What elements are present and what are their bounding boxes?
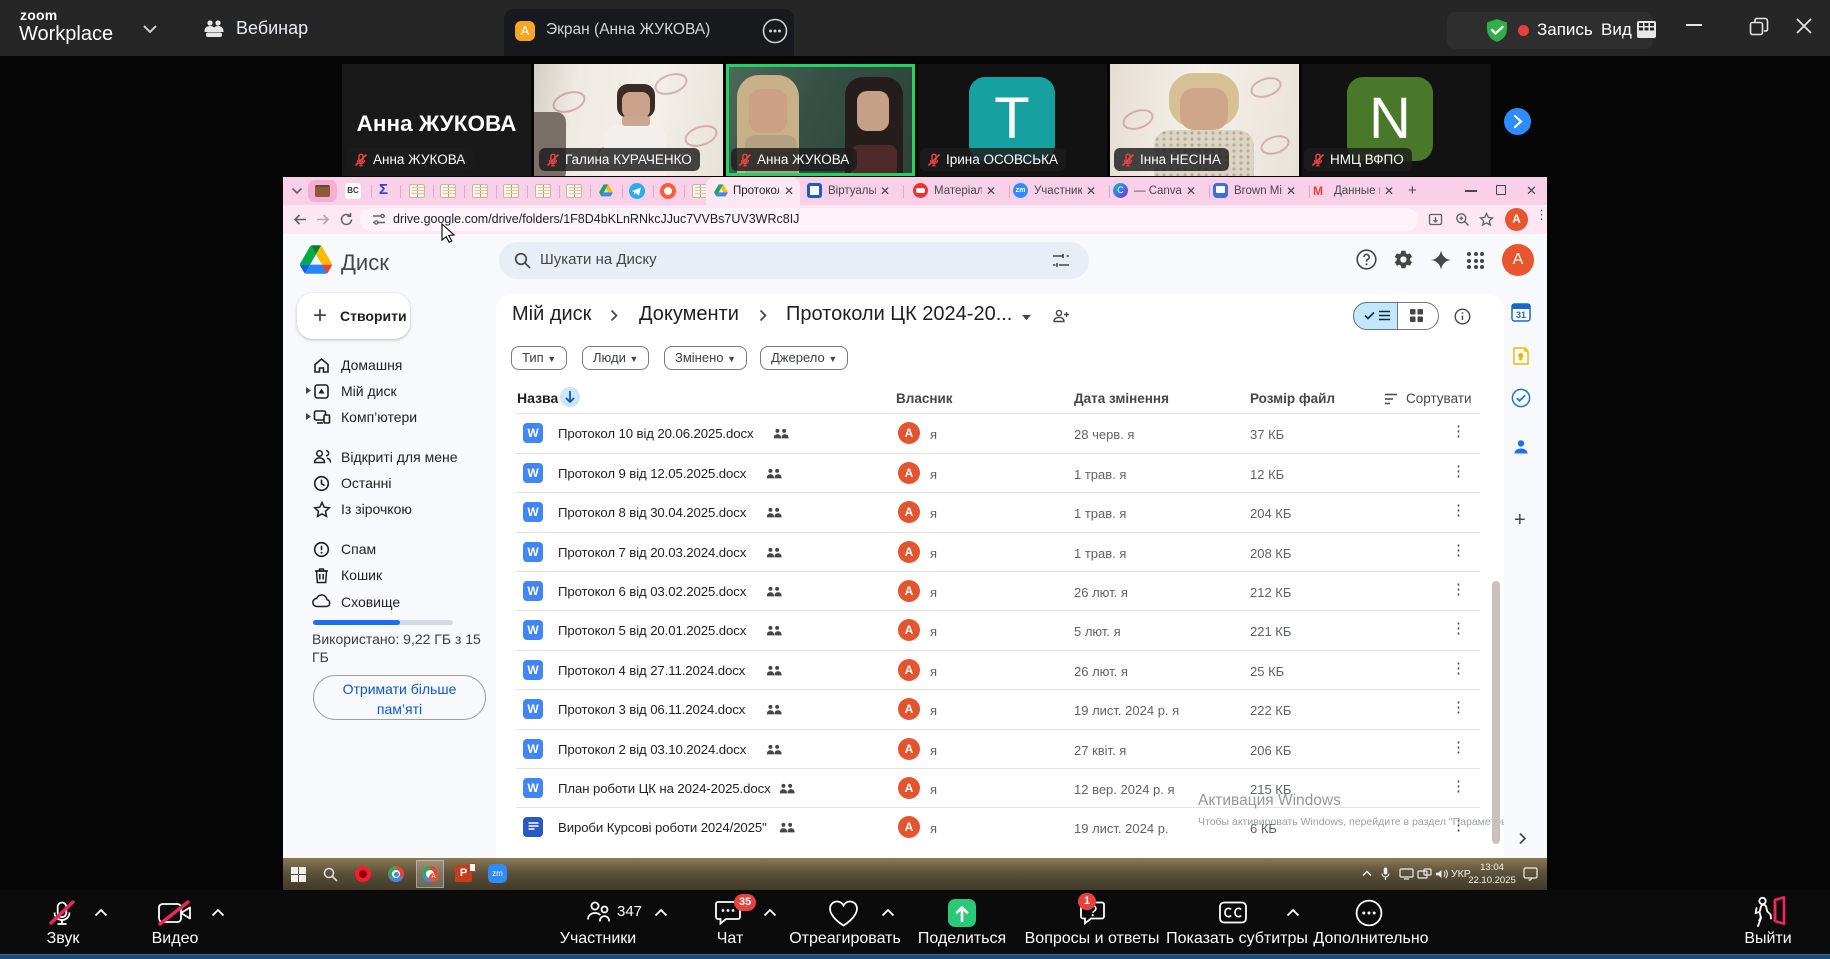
svg-text:31: 31 — [1516, 310, 1526, 320]
